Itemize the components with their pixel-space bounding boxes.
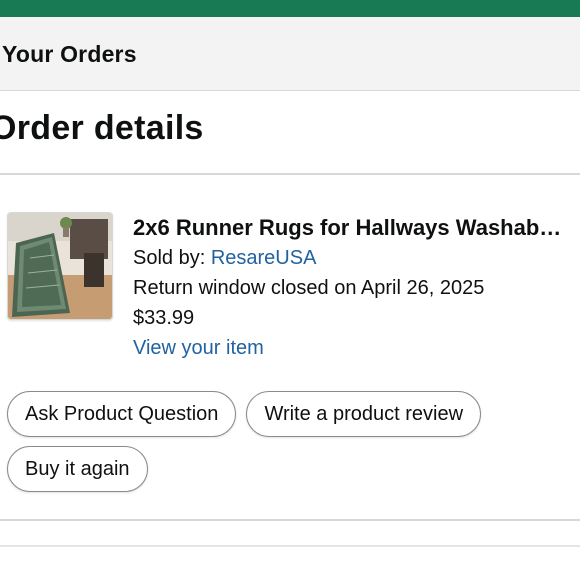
item-title[interactable]: 2x6 Runner Rugs for Hallways Washable No… (133, 213, 567, 243)
write-review-button[interactable]: Write a product review (246, 391, 482, 437)
action-row-2: Buy it again (7, 446, 158, 492)
rug-image (8, 213, 112, 319)
sold-by-line: Sold by: ResareUSA (133, 243, 573, 273)
item-info: 2x6 Runner Rugs for Hallways Washable No… (133, 213, 573, 363)
action-row-1: Ask Product Question Write a product revi… (7, 391, 491, 437)
seller-link[interactable]: ResareUSA (211, 247, 317, 269)
sold-by-label: Sold by: (133, 247, 211, 269)
ask-product-question-button[interactable]: Ask Product Question (7, 391, 237, 437)
page-title: Order details (0, 109, 204, 147)
section-divider (0, 545, 580, 547)
product-thumbnail[interactable] (7, 212, 113, 320)
top-status-strip (0, 0, 580, 17)
view-item-link[interactable]: View your item (133, 333, 573, 363)
breadcrumb-your-orders[interactable]: Your Orders (2, 41, 137, 68)
order-item-card: 2x6 Runner Rugs for Hallways Washable No… (0, 175, 580, 521)
page-header: Order details (0, 91, 580, 175)
buy-it-again-button[interactable]: Buy it again (7, 446, 148, 492)
return-window-status: Return window closed on April 26, 2025 (133, 277, 485, 299)
breadcrumb-bar: Your Orders (0, 17, 580, 91)
item-price: $33.99 (133, 307, 195, 329)
